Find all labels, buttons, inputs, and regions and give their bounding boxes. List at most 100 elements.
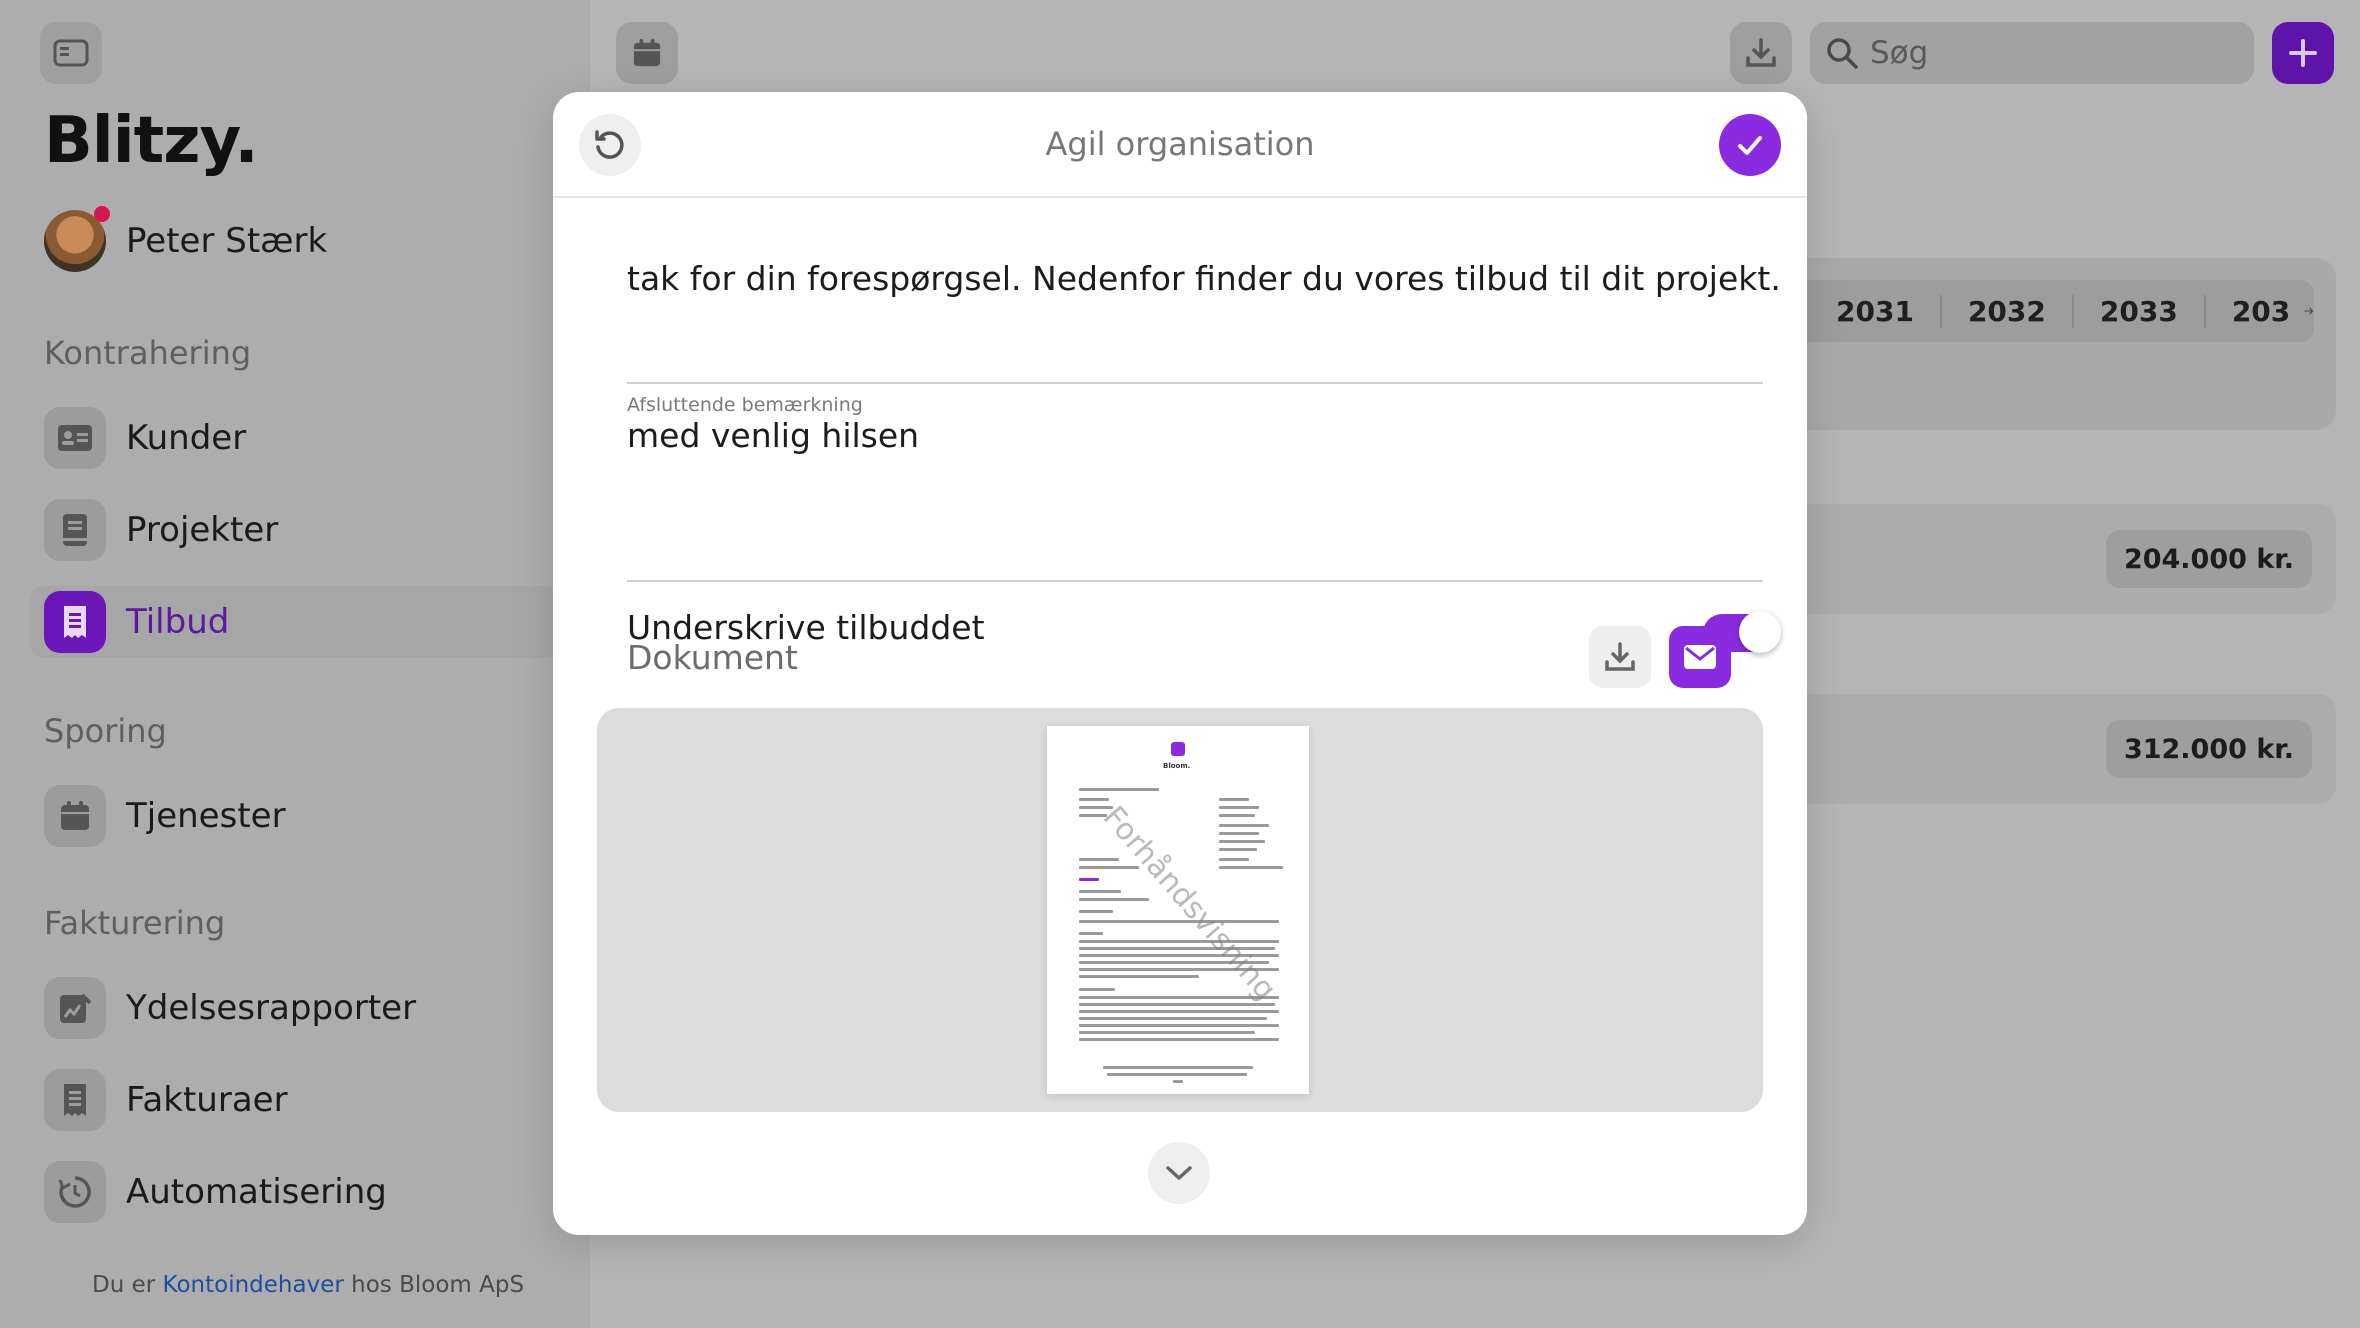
sidebar-item-label: Tjenester	[126, 796, 286, 836]
text-line	[1079, 898, 1149, 901]
sidebar-item-tilbud[interactable]: Tilbud	[30, 586, 560, 658]
sidebar-item-label: Kunder	[126, 418, 247, 458]
text-line	[1079, 1017, 1267, 1020]
closing-remark-label: Afsluttende bemærkning	[627, 394, 863, 416]
divider	[627, 580, 1763, 582]
confirm-button[interactable]	[1719, 114, 1781, 176]
brand-logo: Blitzy.	[44, 104, 259, 178]
calendar-icon	[633, 38, 661, 67]
sidebar-item-automatisering[interactable]: Automatisering	[44, 1156, 574, 1228]
envelope-icon	[1684, 645, 1716, 669]
section-label-fakturering: Fakturering	[44, 904, 226, 942]
document-preview[interactable]: Bloom. Forhåndsvisning	[597, 708, 1763, 1112]
offer-row[interactable]: 312.000 kr.	[1780, 694, 2336, 804]
user-profile[interactable]: Peter Stærk	[44, 206, 328, 272]
sidebar-item-projekter[interactable]: Projekter	[44, 494, 574, 566]
sidebar-item-label: Automatisering	[126, 1172, 387, 1212]
sidebar-item-fakturaer[interactable]: Fakturaer	[44, 1064, 574, 1136]
section-label-sporing: Sporing	[44, 712, 167, 750]
text-line	[1079, 798, 1109, 801]
text-line	[1219, 866, 1283, 869]
footer-prefix: Du er	[92, 1272, 156, 1298]
document-email-button[interactable]	[1669, 626, 1731, 688]
divider	[627, 382, 1763, 384]
text-line	[1079, 866, 1139, 869]
text-line	[1079, 910, 1113, 913]
sidebar-item-label: Projekter	[126, 510, 279, 550]
closing-remark-field[interactable]: med venlig hilsen	[627, 416, 919, 455]
calendar-icon	[44, 785, 106, 847]
text-line	[1079, 878, 1099, 881]
text-line	[1079, 788, 1159, 791]
text-line	[1219, 798, 1249, 801]
text-line	[1107, 1073, 1247, 1076]
search-field[interactable]	[1810, 22, 2254, 84]
text-line	[1219, 814, 1255, 817]
chevron-down-icon	[1166, 1166, 1192, 1180]
document-logo-text: Bloom.	[1163, 762, 1191, 770]
sidebar-toggle-icon	[53, 39, 89, 67]
calendar-button[interactable]	[616, 22, 678, 84]
text-line	[1079, 940, 1279, 943]
document-download-button[interactable]	[1589, 626, 1651, 688]
notification-dot	[94, 206, 110, 222]
download-icon	[1746, 38, 1776, 67]
text-line	[1079, 806, 1113, 809]
document-page-thumbnail[interactable]: Bloom. Forhåndsvisning	[1047, 726, 1309, 1094]
text-line	[1219, 832, 1259, 835]
user-name: Peter Stærk	[126, 221, 328, 261]
text-line	[1103, 1066, 1253, 1069]
text-line	[1219, 824, 1269, 827]
offer-modal: tak for din forespørgsel. Nedenfor finde…	[553, 92, 1807, 1235]
text-line	[1219, 858, 1249, 861]
search-icon	[1827, 38, 1858, 69]
sidebar-item-label: Ydelsesrapporter	[126, 988, 417, 1028]
text-line	[1079, 890, 1121, 893]
text-line	[1079, 920, 1279, 923]
intro-text[interactable]: tak for din forespørgsel. Nedenfor finde…	[627, 259, 1781, 298]
undo-button[interactable]	[579, 114, 641, 176]
book-icon	[44, 499, 106, 561]
sidebar: Blitzy. Peter Stærk Kontrahering Kunder …	[0, 0, 590, 1328]
plus-icon	[2289, 39, 2317, 67]
modal-title: Agil organisation	[1045, 125, 1315, 163]
offer-row[interactable]: 204.000 kr.	[1780, 504, 2336, 614]
sidebar-toggle-button[interactable]	[40, 22, 102, 84]
modal-header: Agil organisation	[553, 92, 1807, 198]
invoice-icon	[44, 1069, 106, 1131]
account-footer: Du er Kontoindehaver hos Bloom ApS	[92, 1272, 524, 1298]
download-button[interactable]	[1730, 22, 1792, 84]
document-logo	[1171, 742, 1185, 756]
text-line	[1219, 840, 1265, 843]
document-section-title: Dokument	[627, 638, 798, 677]
sidebar-item-tjenester[interactable]: Tjenester	[44, 780, 574, 852]
checkmark-icon	[1738, 136, 1762, 155]
year-tab[interactable]: 2033	[2074, 294, 2206, 328]
sidebar-item-ydelsesrapporter[interactable]: Ydelsesrapporter	[44, 972, 574, 1044]
year-tab[interactable]: 2032	[1942, 294, 2074, 328]
text-line	[1219, 806, 1259, 809]
sidebar-item-label: Fakturaer	[126, 1080, 288, 1120]
year-tab[interactable]: 203	[2206, 295, 2316, 328]
text-line	[1079, 1038, 1279, 1041]
add-button[interactable]	[2272, 22, 2334, 84]
sidebar-item-label: Tilbud	[126, 602, 230, 642]
account-role-link[interactable]: Kontoindehaver	[163, 1272, 344, 1298]
avatar	[44, 206, 110, 272]
text-line	[1079, 1031, 1255, 1034]
sidebar-item-kunder[interactable]: Kunder	[44, 402, 574, 474]
arrow-right-icon[interactable]	[2304, 296, 2314, 326]
receipt-icon	[44, 591, 106, 653]
footer-suffix: hos Bloom ApS	[351, 1272, 525, 1298]
expand-button[interactable]	[1148, 1142, 1210, 1204]
text-line	[1079, 858, 1119, 861]
amount-badge: 312.000 kr.	[2105, 720, 2312, 778]
clock-refresh-icon	[44, 1161, 106, 1223]
text-line	[1079, 1003, 1275, 1006]
text-line	[1079, 932, 1103, 935]
search-input[interactable]	[1870, 35, 2230, 71]
chart-note-icon	[44, 977, 106, 1039]
year-selector: 2031 2032 2033 203	[1780, 280, 2314, 342]
text-line	[1219, 848, 1257, 851]
undo-icon	[595, 130, 624, 159]
